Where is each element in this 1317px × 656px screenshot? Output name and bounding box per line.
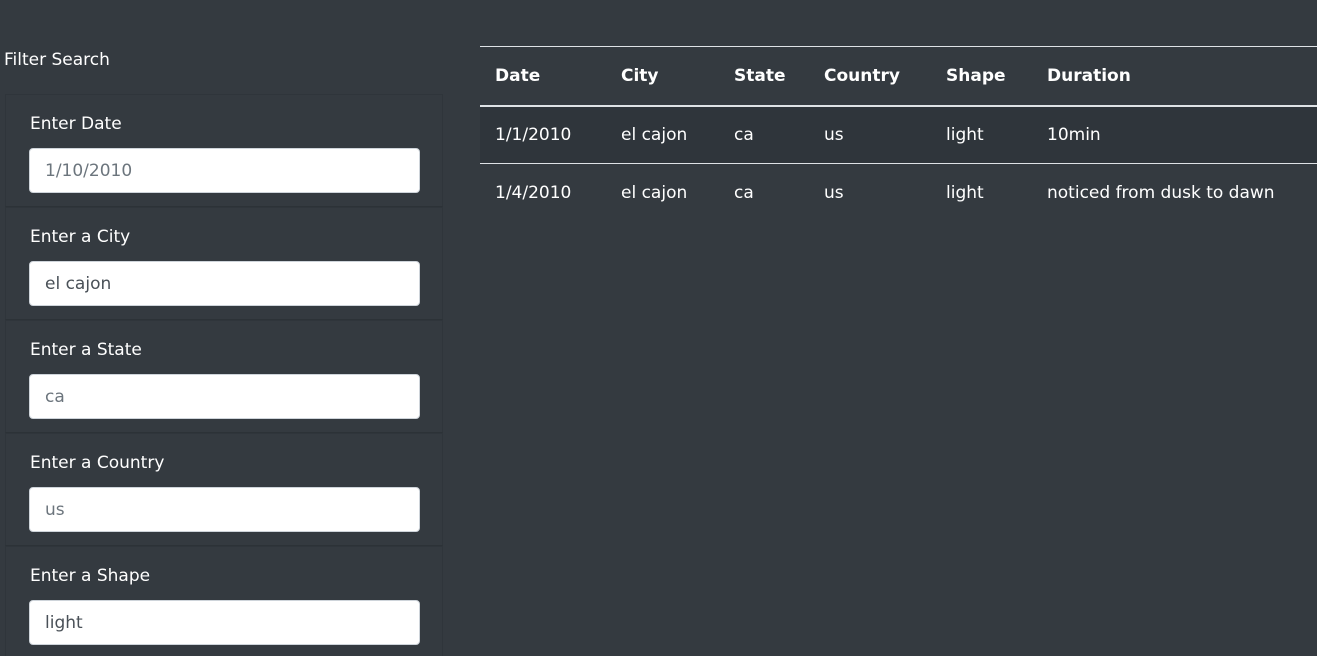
filter-item-country: Enter a Country	[5, 433, 443, 546]
cell-duration: 10min	[1047, 124, 1101, 145]
table-header: Date City State Country Shape Duration	[480, 46, 1317, 107]
state-input[interactable]	[29, 374, 420, 419]
cell-date: 1/4/2010	[480, 163, 606, 222]
filter-item-city: Enter a City	[5, 207, 443, 320]
column-header-date: Date	[480, 46, 606, 107]
filter-label-city: Enter a City	[30, 227, 131, 247]
cell-city: el cajon	[621, 124, 688, 145]
city-input[interactable]	[29, 261, 420, 306]
filter-label-country: Enter a Country	[30, 453, 165, 473]
date-input[interactable]	[29, 148, 420, 193]
cell-country: us	[824, 124, 844, 145]
filter-search-title: Filter Search	[4, 50, 110, 70]
filter-item-state: Enter a State	[5, 320, 443, 433]
filter-list: Enter Date Enter a City Enter a State En…	[5, 94, 443, 656]
column-header-city: City	[606, 46, 719, 107]
table-body: 1/1/2010 el cajon ca us light 10min 1/4/…	[480, 105, 1317, 222]
cell-duration: noticed from dusk to dawn	[1032, 163, 1317, 222]
ufo-sightings-page: Filter Search Enter Date Enter a City En…	[0, 0, 1317, 656]
column-header-state: State	[719, 46, 809, 107]
cell-state: ca	[719, 163, 809, 222]
column-header-duration: Duration	[1032, 46, 1317, 107]
cell-city: el cajon	[606, 163, 719, 222]
table-header-row: Date City State Country Shape Duration	[480, 46, 1317, 107]
table-row: 1/4/2010 el cajon ca us light noticed fr…	[480, 163, 1317, 222]
cell-date: 1/1/2010	[495, 124, 572, 145]
cell-state: ca	[734, 124, 754, 145]
filter-item-shape: Enter a Shape	[5, 546, 443, 656]
results-table: Date City State Country Shape Duration 1…	[480, 46, 1317, 222]
column-header-country: Country	[809, 46, 931, 107]
column-header-shape: Shape	[931, 46, 1032, 107]
filter-label-shape: Enter a Shape	[30, 566, 151, 586]
filter-label-state: Enter a State	[30, 340, 142, 360]
cell-country: us	[809, 163, 931, 222]
shape-input[interactable]	[29, 600, 420, 645]
cell-shape: light	[931, 163, 1032, 222]
filter-label-date: Enter Date	[30, 114, 122, 134]
country-input[interactable]	[29, 487, 420, 532]
filter-item-date: Enter Date	[5, 94, 443, 207]
table-row: 1/1/2010 el cajon ca us light 10min	[480, 105, 1317, 164]
cell-shape: light	[946, 124, 984, 145]
